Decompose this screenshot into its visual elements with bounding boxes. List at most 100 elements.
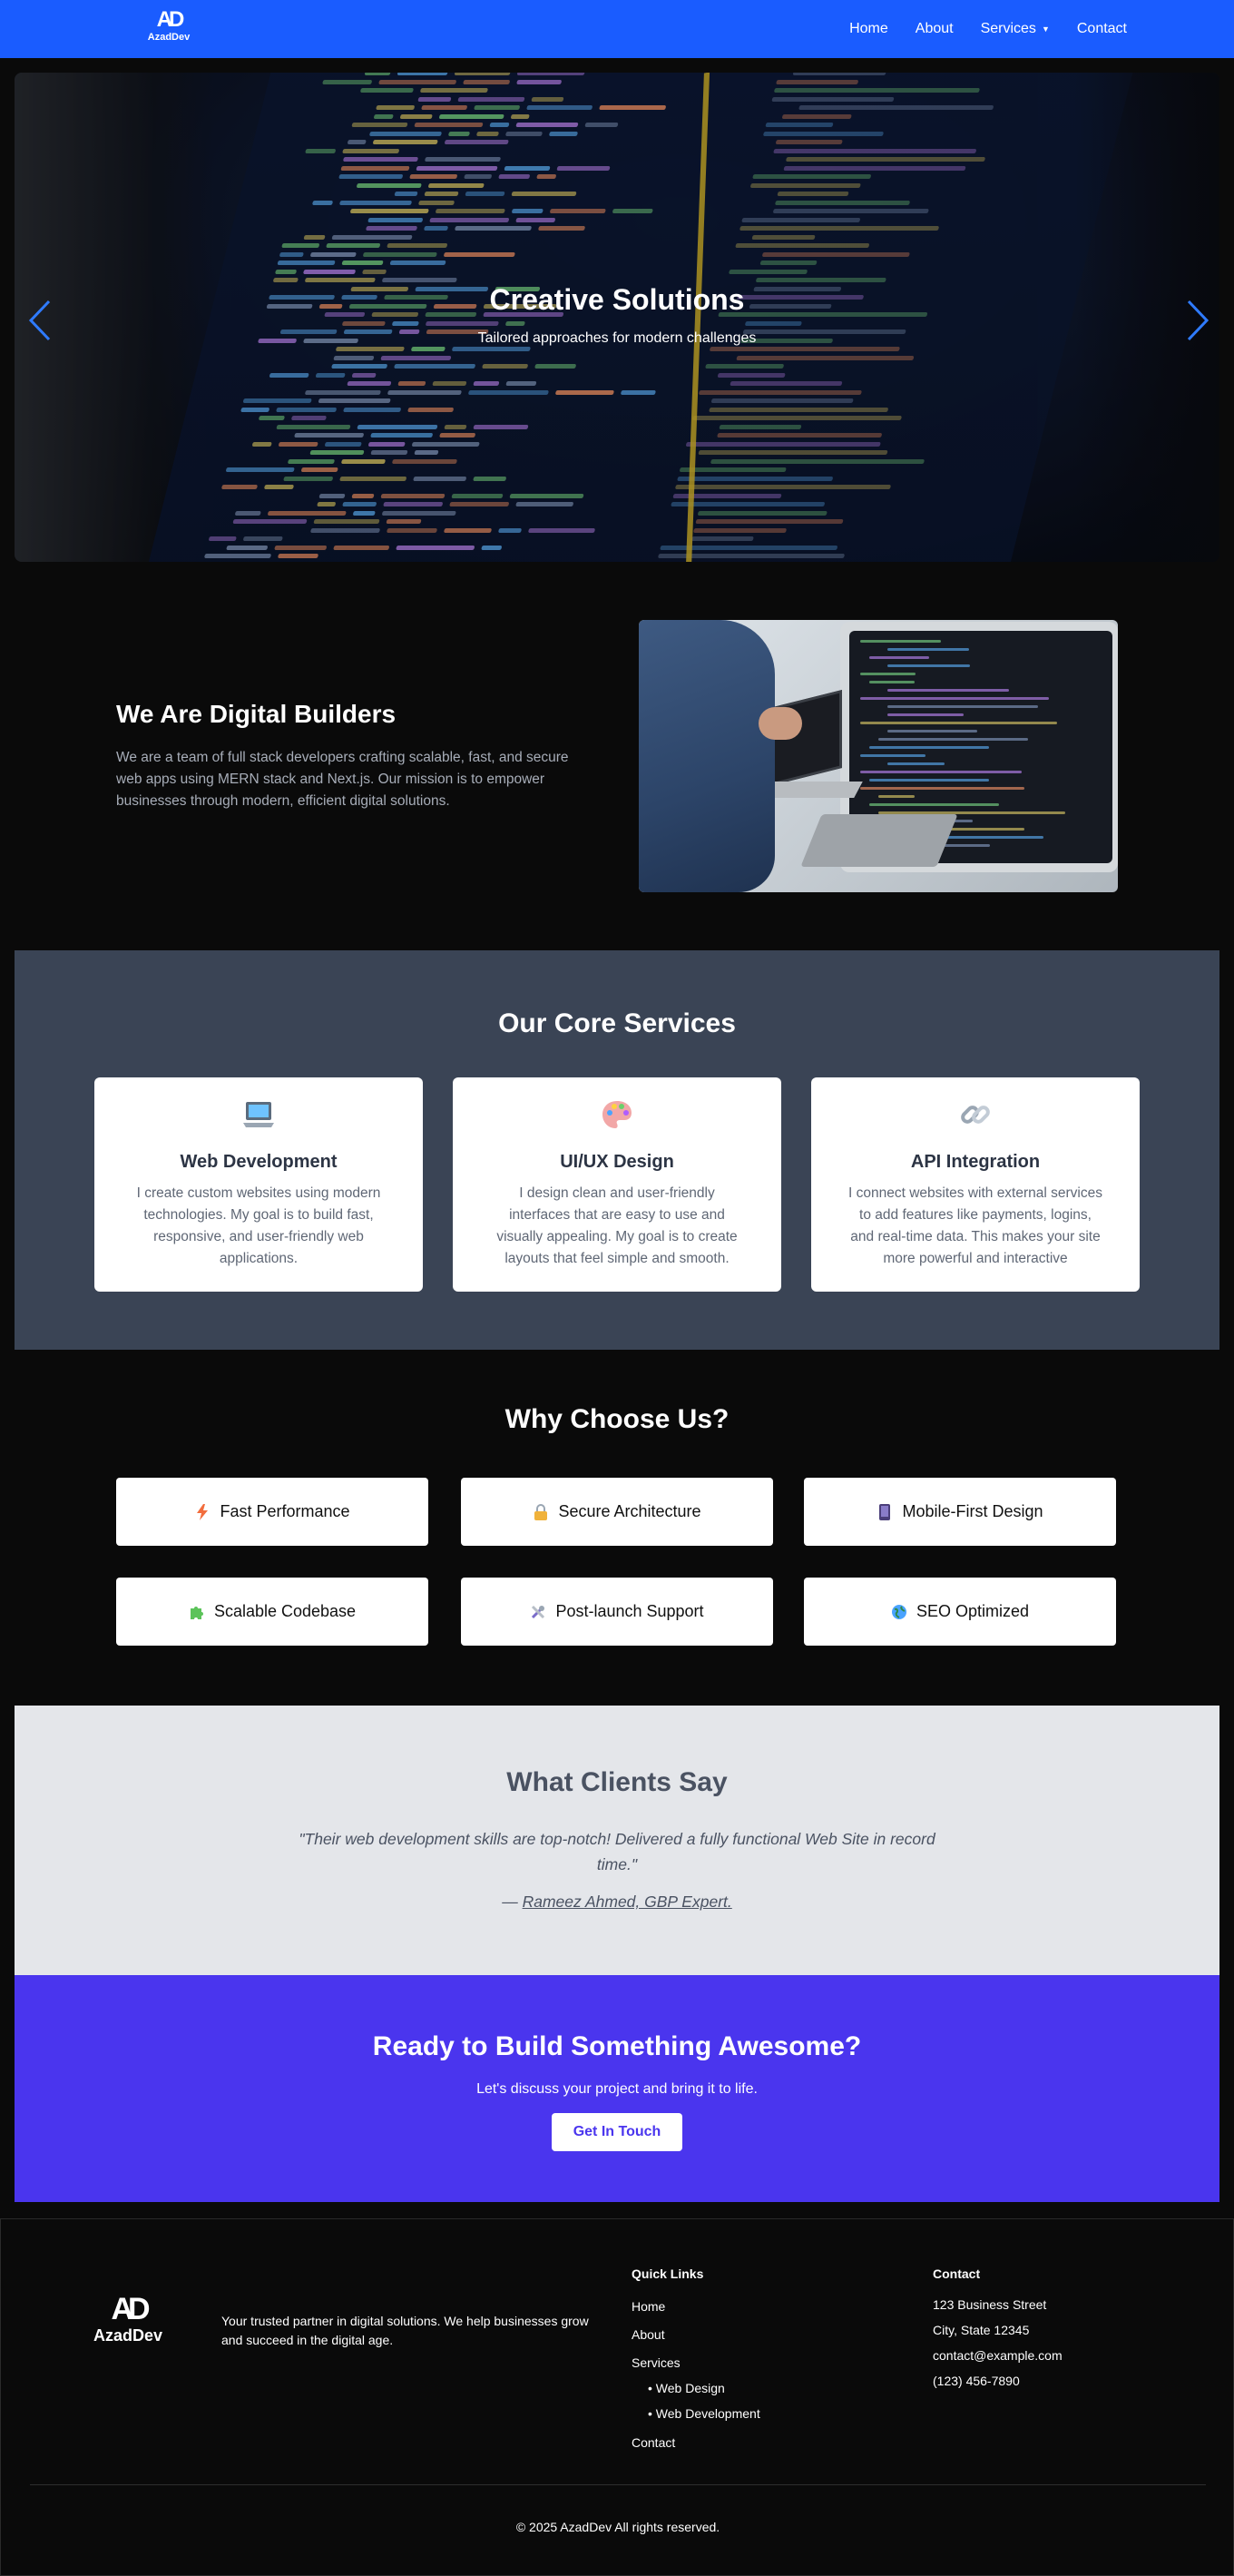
- laptop-icon: [94, 1096, 423, 1134]
- code-line: [860, 722, 1057, 724]
- lightning-icon: [194, 1503, 211, 1520]
- contact-email[interactable]: contact@example.com: [933, 2348, 1063, 2363]
- code-line: [869, 803, 999, 806]
- logo-text: AzadDev: [147, 32, 191, 43]
- code-line: [887, 664, 970, 667]
- hero-title: Creative Solutions: [489, 283, 745, 316]
- why-label: Post-launch Support: [555, 1602, 704, 1620]
- navbar: AD AzadDev Home About Services ▼ Contact: [0, 0, 1234, 58]
- why-label: SEO Optimized: [916, 1602, 1030, 1620]
- footer-link-contact[interactable]: Contact: [632, 2435, 675, 2450]
- footer-description: Your trusted partner in digital solution…: [221, 2314, 589, 2347]
- nav-link-services-label: Services: [980, 21, 1036, 36]
- why-card-scalable-codebase[interactable]: Scalable Codebase: [116, 1578, 428, 1646]
- hero-carousel: Creative Solutions Tailored approaches f…: [15, 73, 1219, 562]
- testimonial-dash: —: [502, 1893, 523, 1911]
- testimonial-section: What Clients Say "Their web development …: [15, 1706, 1219, 1975]
- get-in-touch-button[interactable]: Get In Touch: [552, 2113, 682, 2151]
- code-line: [860, 673, 916, 675]
- nav-links: Home About Services ▼ Contact: [849, 0, 1127, 58]
- logo-mark: AD: [156, 7, 185, 32]
- quick-links-title: Quick Links: [632, 2266, 704, 2281]
- footer-divider: [30, 2484, 1206, 2485]
- why-card-mobile-first-design[interactable]: Mobile-First Design: [804, 1478, 1116, 1546]
- why-label: Scalable Codebase: [213, 1602, 357, 1620]
- testimonial-title: What Clients Say: [506, 1767, 728, 1797]
- nav-link-home[interactable]: Home: [849, 21, 888, 37]
- palette-icon: [453, 1096, 781, 1134]
- why-title: Why Choose Us?: [504, 1404, 730, 1434]
- code-line: [869, 746, 989, 749]
- copyright: © 2025 AzadDev All rights reserved.: [515, 2520, 720, 2534]
- chevron-left-icon[interactable]: [22, 298, 58, 343]
- footer-logo-text: AzadDev: [93, 2326, 163, 2345]
- contact-city: City, State 12345: [933, 2323, 1030, 2337]
- footer-link-home[interactable]: Home: [632, 2299, 665, 2314]
- footer-logo-mark: AD: [111, 2292, 150, 2326]
- code-line: [887, 689, 1009, 692]
- service-text: I create custom websites using modern te…: [136, 1185, 381, 1266]
- contact-address: 123 Business Street: [933, 2297, 1047, 2312]
- hero-overlay: [15, 73, 1219, 562]
- nav-link-contact[interactable]: Contact: [1077, 21, 1127, 37]
- cta-subtitle: Let's discuss your project and bring it …: [476, 2081, 758, 2097]
- service-title: UI/UX Design: [560, 1152, 674, 1172]
- why-card-post-launch-support[interactable]: Post-launch Support: [461, 1578, 773, 1646]
- globe-icon: [891, 1604, 907, 1620]
- code-line: [887, 705, 1038, 708]
- service-title: Web Development: [180, 1152, 338, 1172]
- footer-link-web-development[interactable]: • Web Development: [648, 2406, 760, 2421]
- service-card-api-integration[interactable]: API Integration I connect websites with …: [811, 1077, 1140, 1292]
- code-line: [869, 681, 915, 683]
- nav-link-services[interactable]: Services ▼: [981, 21, 1050, 37]
- cta-section: Ready to Build Something Awesome? Let's …: [15, 1975, 1219, 2202]
- why-card-fast-performance[interactable]: Fast Performance: [116, 1478, 428, 1546]
- why-label: Secure Architecture: [558, 1502, 701, 1520]
- code-line: [869, 656, 929, 659]
- about-text: We are a team of full stack developers c…: [116, 750, 569, 809]
- why-card-secure-architecture[interactable]: Secure Architecture: [461, 1478, 773, 1546]
- code-line: [887, 762, 945, 765]
- testimonial-author-link[interactable]: Rameez Ahmed, GBP Expert.: [523, 1893, 732, 1911]
- hand-illustration: [759, 707, 802, 740]
- mobile-icon: [877, 1503, 893, 1520]
- service-text: I connect websites with external service…: [848, 1185, 1102, 1266]
- code-line: [860, 771, 1022, 773]
- service-title: API Integration: [910, 1152, 1041, 1172]
- lock-icon: [533, 1503, 549, 1520]
- footer-link-web-design[interactable]: • Web Design: [648, 2381, 725, 2395]
- link-icon: [811, 1096, 1140, 1134]
- code-line: [860, 697, 1049, 700]
- about-title: We Are Digital Builders: [116, 700, 397, 728]
- testimonial-author: — Rameez Ahmed, GBP Expert.: [15, 1893, 1219, 1912]
- keyboard-illustration: [800, 814, 958, 867]
- code-line: [860, 640, 941, 643]
- footer-link-services[interactable]: Services: [632, 2355, 681, 2370]
- code-line: [878, 738, 1028, 741]
- logo[interactable]: AD AzadDev: [145, 9, 192, 49]
- about-image: [639, 620, 1118, 892]
- code-line: [887, 730, 977, 732]
- code-line: [887, 713, 964, 716]
- services-title: Our Core Services: [498, 1008, 736, 1038]
- why-card-seo-optimized[interactable]: SEO Optimized: [804, 1578, 1116, 1646]
- hero-subtitle: Tailored approaches for modern challenge…: [477, 330, 757, 346]
- footer-link-about[interactable]: About: [632, 2327, 665, 2342]
- code-line: [887, 648, 969, 651]
- services-section: Our Core Services Web Development I crea…: [15, 950, 1219, 1350]
- contact-title: Contact: [933, 2266, 981, 2281]
- footer-logo[interactable]: AD AzadDev: [88, 2294, 168, 2345]
- code-line: [860, 754, 926, 757]
- why-label: Mobile-First Design: [902, 1502, 1043, 1520]
- tools-icon: [530, 1604, 546, 1620]
- code-line: [878, 795, 915, 798]
- service-card-web-development[interactable]: Web Development I create custom websites…: [94, 1077, 423, 1292]
- service-text: I design clean and user-friendly interfa…: [496, 1185, 738, 1266]
- nav-link-about[interactable]: About: [916, 21, 954, 37]
- chevron-right-icon[interactable]: [1180, 298, 1216, 343]
- code-line: [860, 787, 1024, 790]
- footer: AD AzadDev Your trusted partner in digit…: [0, 2218, 1234, 2576]
- service-card-ui-ux-design[interactable]: UI/UX Design I design clean and user-fri…: [453, 1077, 781, 1292]
- contact-phone[interactable]: (123) 456-7890: [933, 2374, 1020, 2388]
- why-label: Fast Performance: [220, 1502, 350, 1520]
